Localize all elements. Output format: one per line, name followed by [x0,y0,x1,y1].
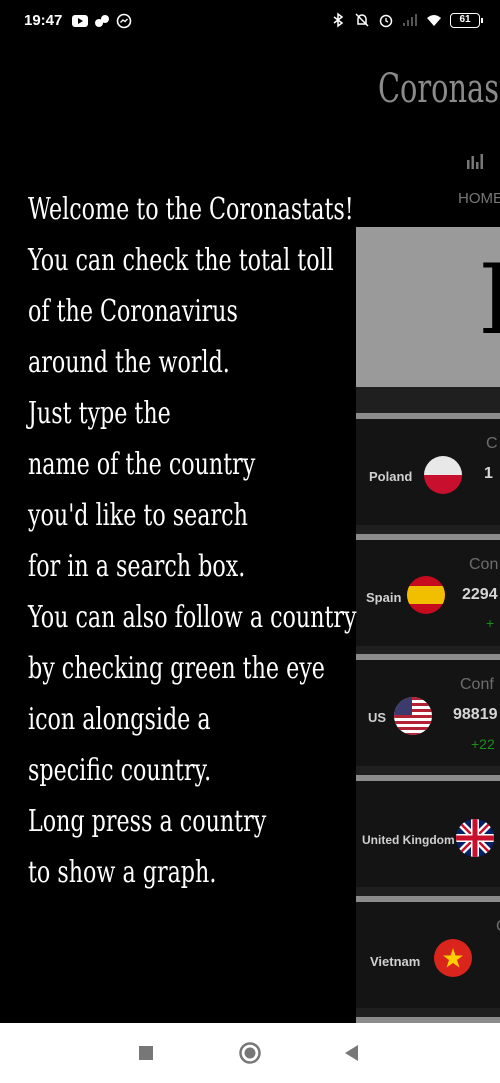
confirmed-value: 2294 [462,586,498,603]
tab-home[interactable]: HOME [458,190,500,207]
us-flag-icon [394,697,432,735]
confirmed-delta: +22 [471,736,495,752]
confirmed-delta: + [486,615,495,631]
welcome-line: name of the country [28,447,256,482]
welcome-line: Welcome to the Coronastats! [28,192,354,227]
system-nav-bar [0,1023,500,1083]
welcome-line: you'd like to search [28,498,248,533]
hero-letter: F [478,252,500,348]
app-background: Coronastats HOME F Poland C 1 Spain Con … [356,44,500,1023]
wifi-icon [427,15,441,26]
navigation-drawer: Welcome to the Coronastats! You can check… [0,44,358,1023]
spain-flag-icon [407,576,445,614]
country-name: Spain [366,590,402,605]
confirmed-value: 98819 [453,706,498,723]
alarm-icon [379,14,393,28]
welcome-message: Welcome to the Coronastats! You can check… [28,184,358,898]
country-name: US [368,710,387,725]
notification-icon [95,15,109,27]
mute-icon [355,13,369,27]
back-button[interactable] [340,1041,364,1065]
welcome-line: specific country. [28,753,212,788]
recents-button[interactable] [134,1041,158,1065]
hero-banner: F [356,227,500,387]
country-card-us[interactable]: US Conf 98819 +22 [356,654,500,766]
country-card-spain[interactable]: Spain Con 2294 + [356,534,500,646]
signal-icon [403,14,417,26]
welcome-line: for in a search box. [28,549,246,584]
confirmed-label: C [486,435,498,452]
confirmed-label: Conf [460,676,494,693]
confirmed-label: Con [469,556,499,573]
bar-chart-icon[interactable] [466,152,484,170]
welcome-line: icon alongside a [28,702,211,737]
welcome-line: You can check the total toll [28,243,334,278]
confirmed-value: 1 [484,465,493,482]
country-card-poland[interactable]: Poland C 1 [356,413,500,525]
status-bar: 19:47 61 [0,0,500,44]
poland-flag-icon [424,456,462,494]
battery-icon: 61 [450,12,483,28]
country-name: United Kingdom [362,833,455,847]
uk-flag-icon [456,819,494,857]
country-card-united-kingdom[interactable]: United Kingdom [356,775,500,887]
country-name: Vietnam [370,954,421,969]
status-time: 19:47 [24,12,63,29]
home-button[interactable] [238,1041,262,1065]
vietnam-flag-icon [434,939,472,977]
welcome-line: around the world. [28,345,230,380]
confirmed-label: C [496,918,500,936]
messenger-icon [116,13,132,29]
bluetooth-icon [333,12,344,28]
welcome-line: by checking green the eye [28,651,325,686]
welcome-line: Just type the [28,396,171,431]
app-header: Coronastats HOME [356,44,500,227]
welcome-line: of the Coronavirus [28,294,238,329]
app-title: Coronastats [378,66,500,112]
country-card-vietnam[interactable]: Vietnam C [356,896,500,1008]
country-name: Poland [369,469,413,484]
welcome-line: Long press a country [28,804,267,839]
welcome-line: to show a graph. [28,855,217,890]
youtube-icon [72,15,88,27]
welcome-line: You can also follow a country [28,600,357,635]
